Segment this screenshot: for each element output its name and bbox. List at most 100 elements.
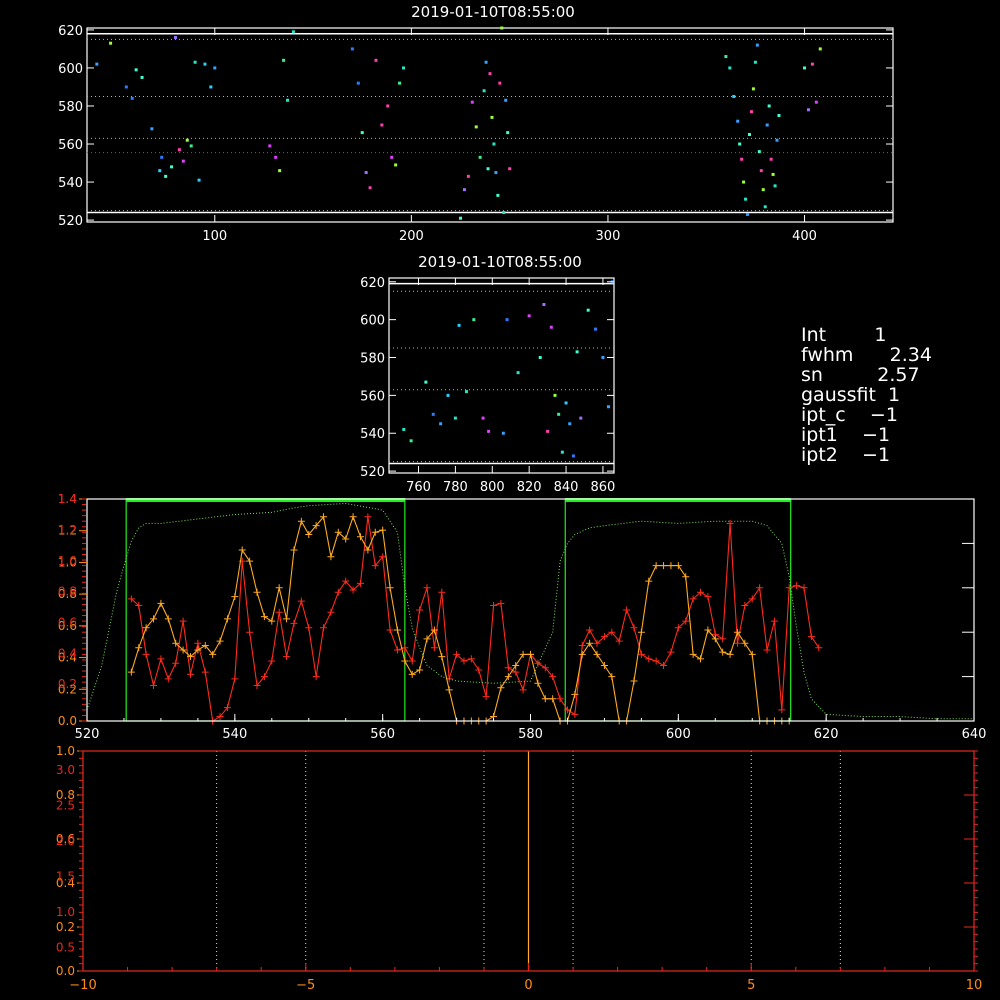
scatter-point xyxy=(765,123,769,127)
scatter-point xyxy=(728,66,732,70)
scatter-point xyxy=(350,47,354,51)
scatter-point xyxy=(759,169,763,173)
orange-plus-marker xyxy=(238,546,246,554)
red-plus-marker xyxy=(386,626,394,634)
red-plus-marker xyxy=(172,659,180,667)
y-tick-label: 580 xyxy=(58,100,83,115)
scatter-point xyxy=(724,55,728,59)
figure-canvas: 2019-01-10T08:55:00 100 200 300 40052054056… xyxy=(56,3,987,993)
scatter-point xyxy=(193,60,197,64)
figure-window: 2019-01-10T08:55:00 100 200 300 400 520 540 56… xyxy=(0,0,1000,1000)
scatter-point xyxy=(439,422,443,426)
scatter-point xyxy=(742,180,746,184)
scatter-point xyxy=(278,169,282,173)
red-plus-marker xyxy=(283,653,291,661)
red-plus-marker xyxy=(482,693,490,701)
middle-panel-reference-lines xyxy=(389,282,614,465)
red-plus-marker xyxy=(504,664,512,672)
red-plus-marker xyxy=(194,639,202,647)
red-plus-marker xyxy=(142,650,150,658)
red-plus-marker xyxy=(186,670,194,678)
info-fwhm: fwhm 2.34 xyxy=(801,344,932,366)
orange-plus-marker xyxy=(637,628,645,636)
scatter-point xyxy=(197,178,201,182)
scatter-point xyxy=(185,138,189,142)
top-panel-points xyxy=(95,26,822,220)
scatter-point xyxy=(777,113,781,117)
scatter-point xyxy=(814,100,818,104)
info-ipt2: ipt2 −1 xyxy=(801,444,890,466)
red-plus-marker xyxy=(430,644,438,652)
red-plus-marker xyxy=(201,668,209,676)
orange-plus-marker xyxy=(408,670,416,678)
y-tick-label: 540 xyxy=(360,427,385,442)
orange-plus-marker xyxy=(541,695,549,703)
info-int: Int 1 xyxy=(801,324,887,346)
left-red-tick-label: 1.0 xyxy=(58,554,77,568)
scatter-point xyxy=(360,131,364,135)
orange-plus-marker xyxy=(600,662,608,669)
scatter-point xyxy=(95,62,99,66)
scatter-point xyxy=(757,150,761,154)
x-tick-label: 820 xyxy=(517,480,542,495)
x-tick-label: 780 xyxy=(443,480,468,495)
x-tick-label: 860 xyxy=(591,480,616,495)
orange-plus-marker xyxy=(549,695,557,703)
red-plus-marker xyxy=(312,673,320,681)
scatter-point xyxy=(402,427,406,431)
x-tick-label: 840 xyxy=(554,480,579,495)
orange-plus-marker xyxy=(741,639,749,647)
scatter-point xyxy=(189,144,193,148)
scatter-point xyxy=(368,186,372,190)
scatter-point xyxy=(462,188,466,192)
red-plus-marker xyxy=(785,584,793,592)
orange-plus-marker xyxy=(157,599,165,607)
scatter-point xyxy=(124,85,128,89)
orange-plus-marker xyxy=(593,650,601,658)
orange-plus-marker xyxy=(327,553,335,561)
scatter-point xyxy=(771,172,775,176)
x-tick-label: 640 xyxy=(962,727,987,742)
orange-plus-marker xyxy=(275,584,283,592)
scatter-point xyxy=(282,58,286,62)
scatter-point xyxy=(431,412,435,416)
orange-plus-marker xyxy=(726,650,734,658)
scatter-point xyxy=(761,188,765,192)
orange-plus-marker xyxy=(364,546,372,554)
scatter-point xyxy=(738,142,742,146)
scatter-point xyxy=(213,66,217,70)
info-ipt1: ipt1 −1 xyxy=(801,424,890,446)
red-plus-marker xyxy=(645,655,653,663)
scatter-point xyxy=(181,159,185,163)
scatter-point xyxy=(755,43,759,47)
scatter-point xyxy=(109,41,113,45)
scatter-point xyxy=(505,318,509,322)
scatter-point xyxy=(490,115,494,119)
scatter-point xyxy=(747,133,751,137)
x-tick-label: −5 xyxy=(296,978,315,993)
red-plus-marker xyxy=(157,655,165,663)
y-tick-label: 600 xyxy=(360,314,385,329)
orange-plus-marker xyxy=(719,648,727,656)
window-box-1 xyxy=(564,498,792,722)
red-plus-marker xyxy=(630,624,638,632)
x-tick-label: 580 xyxy=(518,727,543,742)
scatter-point xyxy=(453,416,457,420)
scatter-point xyxy=(173,36,177,40)
x-tick-label: 5 xyxy=(747,978,755,993)
scatter-point xyxy=(209,85,213,89)
scatter-point xyxy=(286,98,290,102)
x-tick-label: 0 xyxy=(524,978,532,993)
orange-plus-marker xyxy=(652,562,660,570)
red-plus-marker xyxy=(778,706,786,714)
left-red-tick-label: 0.6 xyxy=(58,616,77,630)
top-scatter-panel: 2019-01-10T08:55:00 100 200 300 400 520 540 56… xyxy=(58,3,894,244)
orange-plus-marker xyxy=(386,584,394,592)
scatter-point xyxy=(268,144,272,148)
orange-plus-marker xyxy=(534,679,542,687)
orange-plus-marker xyxy=(127,668,135,676)
orange-plus-marker xyxy=(497,684,505,692)
fit-info-block: Int 1 fwhm 2.34 sn 2.57 gaussfit 1 ipt_c… xyxy=(801,324,932,466)
scatter-point xyxy=(380,123,384,127)
scatter-point xyxy=(746,212,750,216)
